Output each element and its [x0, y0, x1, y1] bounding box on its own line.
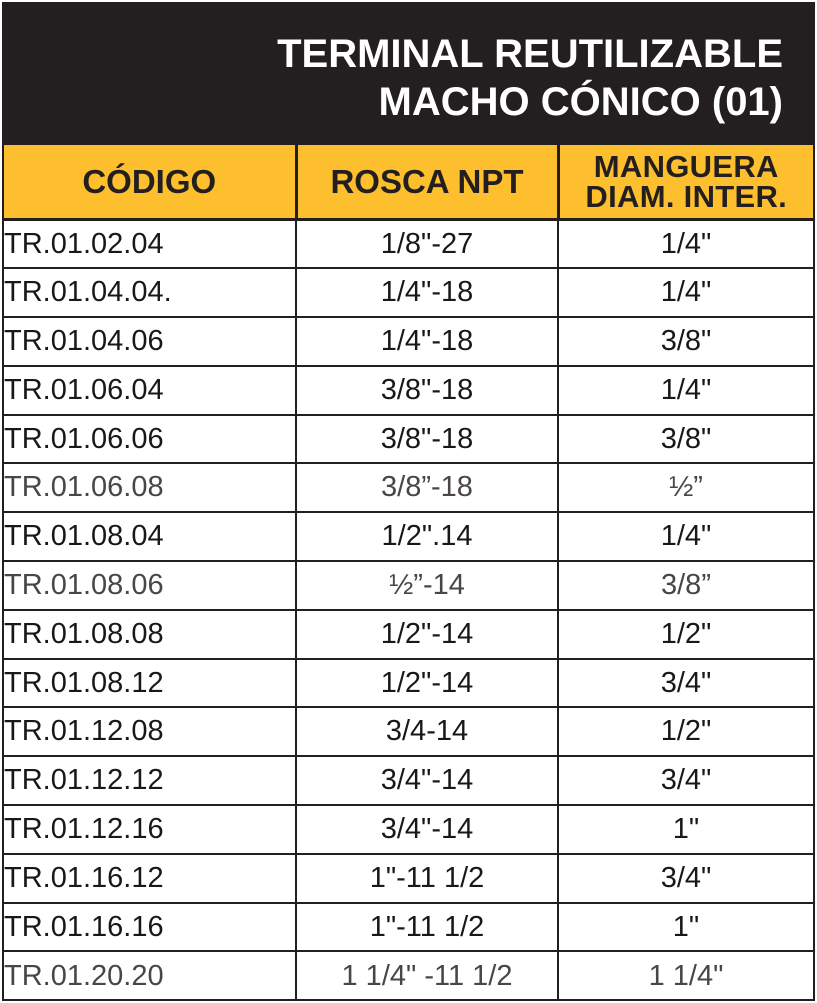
table-row: TR.01.16.16 1"-11 1/2 1" — [4, 901, 813, 953]
cell-hose: 3/8" — [557, 413, 813, 465]
header-code: CÓDIGO — [4, 142, 298, 221]
cell-hose: 3/4" — [557, 755, 813, 807]
cell-hose: 1/4" — [557, 218, 813, 270]
cell-code: TR.01.12.08 — [4, 706, 297, 758]
cell-thread: 1/2".14 — [295, 511, 559, 563]
cell-hose: 1" — [557, 901, 813, 953]
cell-thread: 1"-11 1/2 — [295, 852, 559, 904]
cell-thread: 3/8"-18 — [295, 413, 559, 465]
cell-hose: 3/4" — [557, 657, 813, 709]
cell-thread: 1/4"-18 — [295, 267, 559, 319]
header-hose-inner-diameter: MANGUERA DIAM. INTER. — [556, 142, 813, 221]
title-banner: TERMINAL REUTILIZABLE MACHO CÓNICO (01) — [4, 4, 813, 142]
header-hose-line-1: MANGUERA — [593, 148, 779, 184]
table-row: TR.01.12.08 3/4-14 1/2" — [4, 706, 813, 758]
cell-hose: 1/4" — [557, 511, 813, 563]
table-body: TR.01.02.04 1/8"-27 1/4" TR.01.04.04. 1/… — [4, 218, 813, 1001]
cell-hose: 3/8” — [557, 560, 813, 611]
cell-code: TR.01.08.04 — [4, 511, 297, 563]
cell-code: TR.01.04.04. — [4, 267, 297, 319]
cell-hose: 1/4" — [557, 364, 813, 416]
table-row: TR.01.16.12 1"-11 1/2 3/4" — [4, 852, 813, 904]
spec-table: CÓDIGO ROSCA NPT MANGUERA DIAM. INTER. T… — [4, 142, 813, 1001]
cell-thread: 3/4"-14 — [295, 804, 559, 855]
table-row: TR.01.06.06 3/8"-18 3/8" — [4, 413, 813, 465]
cell-thread: 3/8”-18 — [295, 462, 559, 514]
spec-sheet: TERMINAL REUTILIZABLE MACHO CÓNICO (01) … — [2, 2, 815, 1001]
cell-hose: 1/2" — [557, 608, 813, 660]
cell-hose: 3/8" — [557, 316, 813, 367]
table-row: TR.01.08.08 1/2"-14 1/2" — [4, 608, 813, 660]
cell-thread: 3/4"-14 — [295, 755, 559, 807]
table-header-row: CÓDIGO ROSCA NPT MANGUERA DIAM. INTER. — [4, 142, 813, 221]
cell-code: TR.01.16.12 — [4, 852, 297, 904]
header-hose-line-2: DIAM. INTER. — [585, 178, 788, 214]
cell-thread: 1/4"-18 — [295, 316, 559, 367]
table-row: TR.01.02.04 1/8"-27 1/4" — [4, 218, 813, 270]
cell-hose: 1/2" — [557, 706, 813, 758]
cell-thread: 1"-11 1/2 — [295, 901, 559, 953]
table-row: TR.01.12.12 3/4"-14 3/4" — [4, 755, 813, 807]
cell-thread: 1/8"-27 — [295, 218, 559, 270]
cell-thread: 3/8"-18 — [295, 364, 559, 416]
cell-code: TR.01.12.16 — [4, 804, 297, 855]
cell-hose: ½” — [557, 462, 813, 514]
cell-code: TR.01.20.20 — [4, 950, 297, 1001]
header-thread-npt: ROSCA NPT — [294, 142, 560, 221]
table-row: TR.01.04.06 1/4"-18 3/8" — [4, 316, 813, 367]
cell-code: TR.01.08.08 — [4, 608, 297, 660]
cell-code: TR.01.08.12 — [4, 657, 297, 709]
cell-code: TR.01.02.04 — [4, 218, 297, 270]
cell-hose: 1/4" — [557, 267, 813, 319]
table-row: TR.01.08.06 ½”-14 3/8” — [4, 560, 813, 611]
cell-hose: 1" — [557, 804, 813, 855]
cell-code: TR.01.08.06 — [4, 560, 297, 611]
table-row: TR.01.06.08 3/8”-18 ½” — [4, 462, 813, 514]
table-row: TR.01.08.12 1/2"-14 3/4" — [4, 657, 813, 709]
table-row: TR.01.06.04 3/8"-18 1/4" — [4, 364, 813, 416]
cell-code: TR.01.06.04 — [4, 364, 297, 416]
table-row: TR.01.04.04. 1/4"-18 1/4" — [4, 267, 813, 319]
cell-thread: 1/2"-14 — [295, 608, 559, 660]
table-row: TR.01.08.04 1/2".14 1/4" — [4, 511, 813, 563]
cell-code: TR.01.12.12 — [4, 755, 297, 807]
cell-code: TR.01.16.16 — [4, 901, 297, 953]
cell-hose: 1 1/4" — [557, 950, 813, 1001]
title-line-1: TERMINAL REUTILIZABLE — [277, 32, 783, 76]
cell-code: TR.01.06.08 — [4, 462, 297, 514]
cell-thread: ½”-14 — [295, 560, 559, 611]
title-line-2: MACHO CÓNICO (01) — [378, 80, 783, 124]
cell-thread: 1 1/4" -11 1/2 — [295, 950, 559, 1001]
cell-thread: 1/2"-14 — [295, 657, 559, 709]
cell-thread: 3/4-14 — [295, 706, 559, 758]
cell-code: TR.01.06.06 — [4, 413, 297, 465]
cell-code: TR.01.04.06 — [4, 316, 297, 367]
cell-hose: 3/4" — [557, 852, 813, 904]
table-row: TR.01.12.16 3/4"-14 1" — [4, 804, 813, 855]
table-row: TR.01.20.20 1 1/4" -11 1/2 1 1/4" — [4, 950, 813, 1001]
